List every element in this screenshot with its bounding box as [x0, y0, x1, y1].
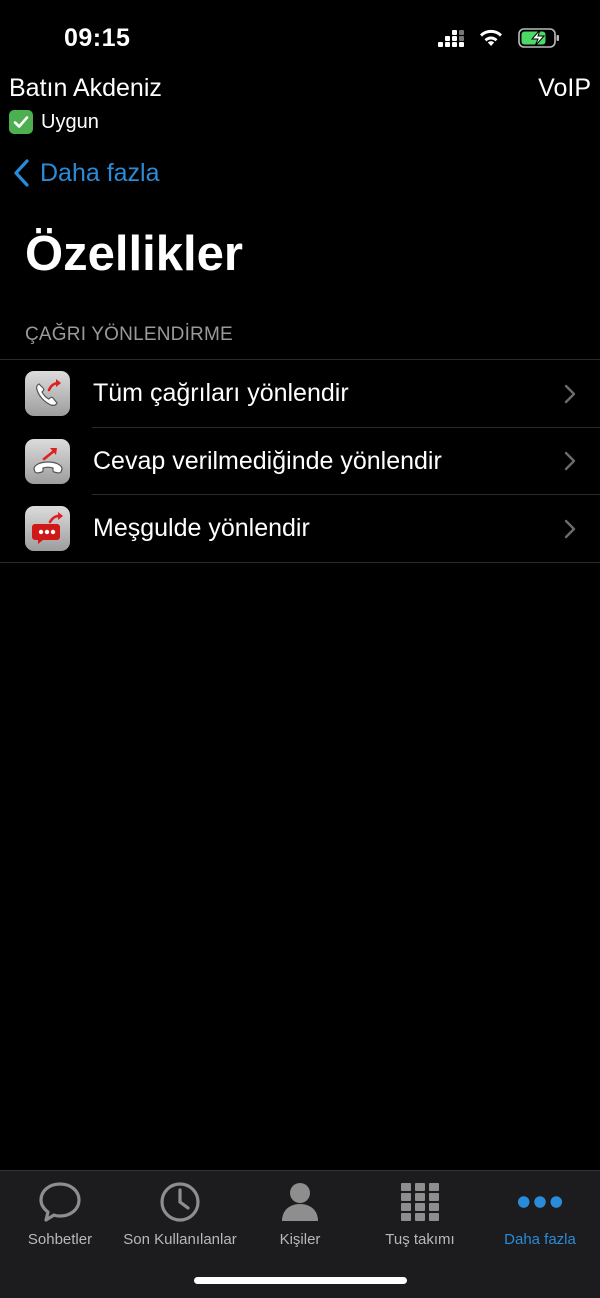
keypad-icon: [397, 1179, 443, 1225]
checkmark-icon: [9, 110, 33, 134]
tab-label: Son Kullanılanlar: [123, 1231, 237, 1248]
account-name: Batın Akdeniz: [9, 74, 162, 102]
tab-label: Tuş takımı: [385, 1231, 455, 1248]
wifi-icon: [480, 29, 502, 46]
connection-type-label: VoIP: [538, 74, 591, 102]
list-item-label: Meşgulde yönlendir: [93, 514, 310, 543]
home-indicator[interactable]: [194, 1277, 407, 1284]
list-item-forward-all[interactable]: Tüm çağrıları yönlendir: [0, 360, 600, 428]
status-icons: [438, 28, 560, 48]
status-time: 09:15: [64, 24, 131, 52]
presence-status[interactable]: Uygun: [9, 110, 99, 134]
battery-charging-icon: [518, 28, 559, 48]
forward-all-icon: [25, 371, 70, 417]
tab-label: Sohbetler: [27, 1231, 93, 1248]
forward-busy-icon: [25, 506, 70, 552]
clock-icon: [157, 1179, 203, 1225]
more-dots-icon: [517, 1179, 563, 1225]
back-button-label: Daha fazla: [40, 158, 160, 187]
cellular-signal-icon: [438, 29, 464, 47]
page-title: Özellikler: [25, 227, 243, 281]
presence-label: Uygun: [41, 110, 99, 133]
list-item-label: Cevap verilmediğinde yönlendir: [93, 446, 442, 475]
tab-contacts[interactable]: Kişiler: [240, 1179, 360, 1248]
call-forwarding-list: Tüm çağrıları yönlendir Cevap verilmediğ…: [0, 359, 600, 563]
list-item-label: Tüm çağrıları yönlendir: [93, 379, 349, 408]
tab-recents[interactable]: Son Kullanılanlar: [120, 1179, 240, 1248]
section-header: ÇAĞRI YÖNLENDİRME: [25, 324, 233, 345]
back-button[interactable]: Daha fazla: [12, 158, 160, 188]
tab-chats[interactable]: Sohbetler: [0, 1179, 120, 1248]
list-item-forward-busy[interactable]: Meşgulde yönlendir: [0, 495, 600, 563]
chevron-right-icon: [564, 384, 576, 403]
chat-bubble-icon: [37, 1179, 83, 1225]
chevron-right-icon: [564, 452, 576, 471]
chevron-left-icon: [14, 159, 29, 187]
screen: 09:15 Batın Akdeniz Uygun VoIP Daha fazl…: [0, 0, 600, 1298]
chevron-right-icon: [564, 519, 576, 538]
tab-label: Kişiler: [279, 1231, 321, 1248]
list-item-forward-no-answer[interactable]: Cevap verilmediğinde yönlendir: [0, 428, 600, 496]
tab-keypad[interactable]: Tuş takımı: [360, 1179, 480, 1248]
tab-more[interactable]: Daha fazla: [480, 1179, 600, 1248]
forward-no-answer-icon: [25, 438, 70, 484]
tab-label: Daha fazla: [504, 1231, 576, 1248]
person-icon: [277, 1179, 323, 1225]
